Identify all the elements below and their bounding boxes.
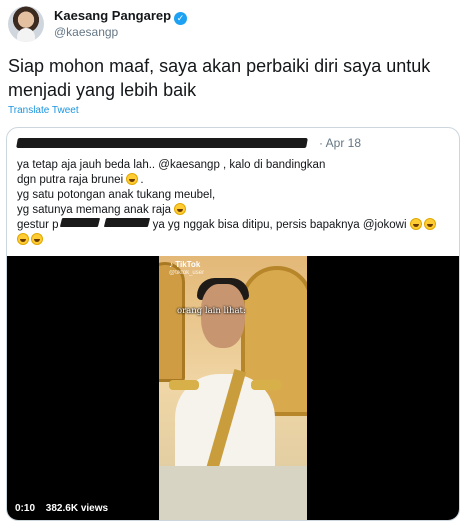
- grinning-emoji-icon: [31, 233, 43, 245]
- author-handle[interactable]: @kaesangp: [54, 25, 118, 39]
- tiktok-handle: @tiktok_user: [169, 270, 205, 276]
- quoted-date[interactable]: · Apr 18: [319, 136, 361, 150]
- redacted-text: [103, 218, 150, 227]
- quoted-line: yg satunya memang anak raja: [17, 203, 453, 218]
- grinning-emoji-icon: [423, 218, 436, 230]
- redacted-author: [16, 138, 308, 148]
- quoted-tweet[interactable]: · Apr 18 ya tetap aja jauh beda lah.. @k…: [6, 127, 460, 521]
- video-stats: 0:10 382.6K views: [15, 503, 116, 514]
- translate-tweet-link[interactable]: Translate Tweet: [8, 105, 79, 116]
- quoted-text: ya tetap aja jauh beda lah.. @kaesangp ,…: [17, 158, 453, 248]
- throne-left: [159, 262, 185, 382]
- epaulette: [251, 380, 281, 390]
- video-caption: orang lain lihat:: [177, 306, 246, 316]
- quoted-header: · Apr 18: [16, 136, 449, 152]
- verified-icon: ✓: [174, 12, 188, 25]
- grinning-emoji-icon: [126, 173, 139, 185]
- grinning-emoji-icon: [174, 203, 187, 215]
- video-views: 382.6K views: [45, 503, 109, 514]
- video-player[interactable]: ♪ TikTok @tiktok_user orang lain lihat: …: [7, 256, 459, 520]
- quoted-line: yg satu potongan anak tukang meubel,: [17, 189, 216, 201]
- author-name[interactable]: Kaesang Pangarep ✓: [54, 8, 188, 25]
- quoted-line: [17, 233, 453, 248]
- person-head: [201, 284, 245, 348]
- epaulette: [169, 380, 199, 390]
- quoted-line: dgn putra raja brunei .: [17, 173, 144, 186]
- quoted-line: gestur p ya yg nggak bisa ditipu, persis …: [17, 218, 453, 233]
- tweet-header: Kaesang Pangarep ✓ @kaesangp: [8, 6, 458, 42]
- quoted-line: ya tetap aja jauh beda lah.. @kaesangp ,…: [17, 159, 326, 171]
- tweet-text: Siap mohon maaf, saya akan perbaiki diri…: [8, 56, 431, 100]
- table: [159, 466, 307, 520]
- tiktok-watermark: ♪ TikTok: [169, 260, 201, 269]
- author-name-text[interactable]: Kaesang Pangarep: [54, 8, 171, 23]
- video-frame[interactable]: ♪ TikTok @tiktok_user orang lain lihat:: [159, 256, 307, 520]
- redacted-text: [59, 218, 100, 227]
- grinning-emoji-icon: [409, 218, 422, 230]
- video-time: 0:10: [15, 503, 36, 514]
- grinning-emoji-icon: [17, 233, 29, 245]
- avatar[interactable]: [8, 6, 44, 42]
